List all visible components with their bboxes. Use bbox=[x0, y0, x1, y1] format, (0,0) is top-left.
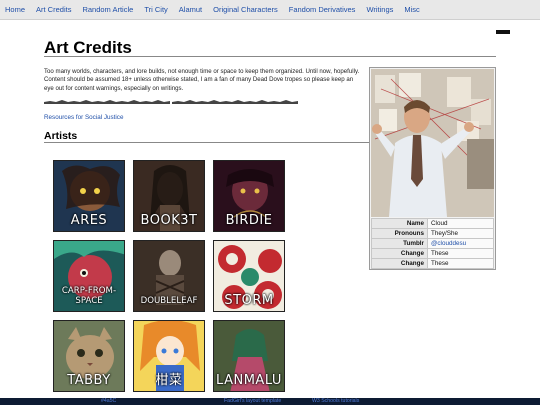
artist-name: TABBY bbox=[67, 373, 111, 388]
nav-alamut[interactable]: Alamut bbox=[179, 5, 202, 14]
profile-infobox: Name Cloud Pronouns They/She Tumblr @clo… bbox=[369, 67, 496, 270]
nav-original-characters[interactable]: Original Characters bbox=[213, 5, 278, 14]
artist-tile-birdie[interactable]: BIRDIE bbox=[213, 160, 285, 232]
info-key: Pronouns bbox=[371, 228, 428, 239]
info-key: Change bbox=[371, 248, 428, 259]
nav-home[interactable]: Home bbox=[5, 5, 25, 14]
tumblr-link[interactable]: @clouddesu bbox=[431, 240, 466, 247]
artist-tile-book3t[interactable]: BOOK3T bbox=[133, 160, 205, 232]
artist-tile-carp-from-space[interactable]: CARP-FROM-SPACE bbox=[53, 240, 125, 312]
info-value: Cloud bbox=[427, 218, 494, 229]
artist-tile-doubleleaf[interactable]: DOUBLELEAF bbox=[133, 240, 205, 312]
info-value: These bbox=[427, 248, 494, 259]
nav-writings[interactable]: Writings bbox=[366, 5, 393, 14]
info-value: They/She bbox=[427, 228, 494, 239]
info-key: Tumblr bbox=[371, 238, 428, 249]
artist-name: LANMALU bbox=[216, 373, 282, 388]
nav-random-article[interactable]: Random Article bbox=[82, 5, 133, 14]
pixel-divider-right bbox=[172, 100, 298, 104]
info-row-name: Name Cloud bbox=[371, 218, 494, 229]
artist-name: 柑菜 bbox=[155, 373, 183, 388]
page-title: Art Credits bbox=[44, 38, 132, 57]
nav-art-credits[interactable]: Art Credits bbox=[36, 5, 71, 14]
artist-tile-tabby[interactable]: TABBY bbox=[53, 320, 125, 392]
top-navigation: Home Art Credits Random Article Tri City… bbox=[0, 0, 540, 20]
title-divider bbox=[44, 56, 496, 57]
info-value: These bbox=[427, 258, 494, 269]
footer-link-color[interactable]: #4a5C bbox=[101, 398, 116, 404]
nav-misc[interactable]: Misc bbox=[404, 5, 419, 14]
nav-tri-city[interactable]: Tri City bbox=[144, 5, 167, 14]
info-row-pronouns: Pronouns They/She bbox=[371, 228, 494, 239]
page-footer: #4a5C FadGirl's layout template W3 Schoo… bbox=[0, 398, 540, 405]
info-key: Change bbox=[371, 258, 428, 269]
footer-link-layout-template[interactable]: FadGirl's layout template bbox=[224, 398, 281, 404]
artist-name: BIRDIE bbox=[225, 213, 273, 228]
artist-name: BOOK3T bbox=[140, 213, 198, 228]
artist-tile-kanna[interactable]: 柑菜 bbox=[133, 320, 205, 392]
artist-name: STORM bbox=[224, 293, 274, 308]
profile-photo bbox=[371, 69, 494, 217]
artists-heading: Artists bbox=[44, 130, 78, 142]
artist-tile-storm[interactable]: STORM bbox=[213, 240, 285, 312]
artist-name: DOUBLELEAF bbox=[140, 296, 198, 306]
info-row-change-1: Change These bbox=[371, 248, 494, 259]
profile-details-table: Name Cloud Pronouns They/She Tumblr @clo… bbox=[371, 218, 494, 269]
intro-paragraph: Too many worlds, characters, and lore bu… bbox=[44, 68, 360, 92]
info-key: Name bbox=[371, 218, 428, 229]
artist-name: ARES bbox=[70, 213, 108, 228]
artist-tile-lanmalu[interactable]: LANMALU bbox=[213, 320, 285, 392]
artists-divider bbox=[44, 142, 370, 143]
info-row-tumblr: Tumblr @clouddesu bbox=[371, 238, 494, 249]
nav-fandom-derivatives[interactable]: Fandom Derivatives bbox=[289, 5, 356, 14]
pixel-divider-left bbox=[44, 100, 170, 104]
theme-toggle-button[interactable] bbox=[496, 30, 510, 34]
artist-name: CARP-FROM-SPACE bbox=[61, 286, 117, 306]
artist-tile-ares[interactable]: ARES bbox=[53, 160, 125, 232]
info-row-change-2: Change These bbox=[371, 258, 494, 269]
footer-link-w3schools[interactable]: W3 Schools tutorials bbox=[312, 398, 359, 404]
resources-link[interactable]: Resources for Social Justice bbox=[44, 114, 123, 121]
